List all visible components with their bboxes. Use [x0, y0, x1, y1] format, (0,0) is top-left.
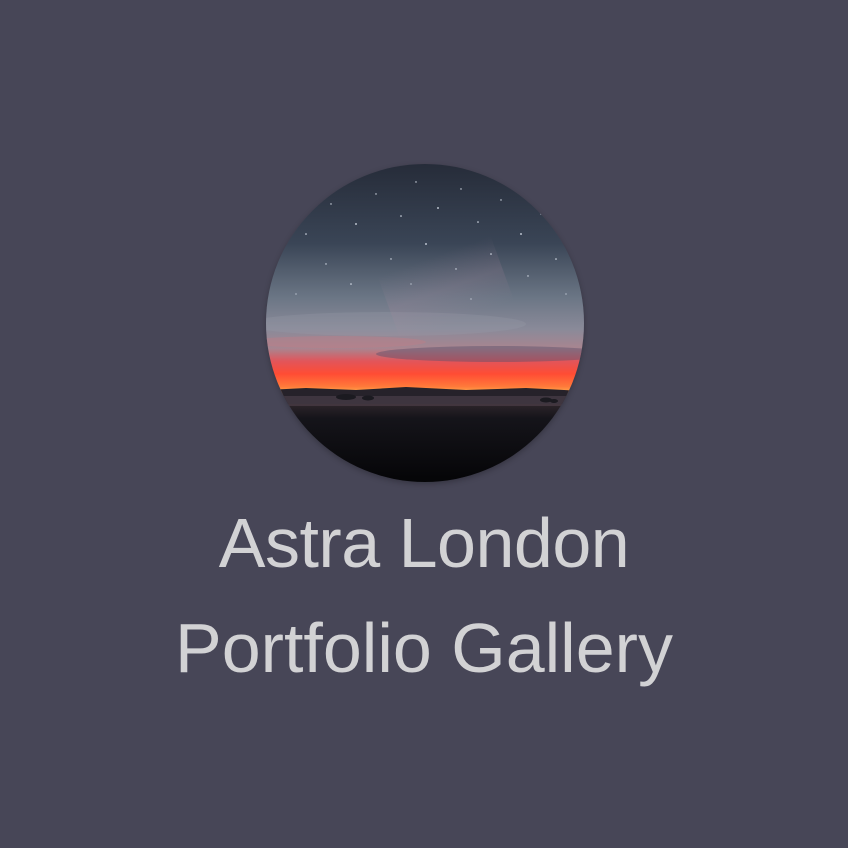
- profile-photo: [266, 164, 584, 482]
- night-sky-sunset-photo-icon: [266, 164, 584, 482]
- page-subtitle: Portfolio Gallery: [175, 609, 673, 687]
- page-title: Astra London: [218, 504, 630, 582]
